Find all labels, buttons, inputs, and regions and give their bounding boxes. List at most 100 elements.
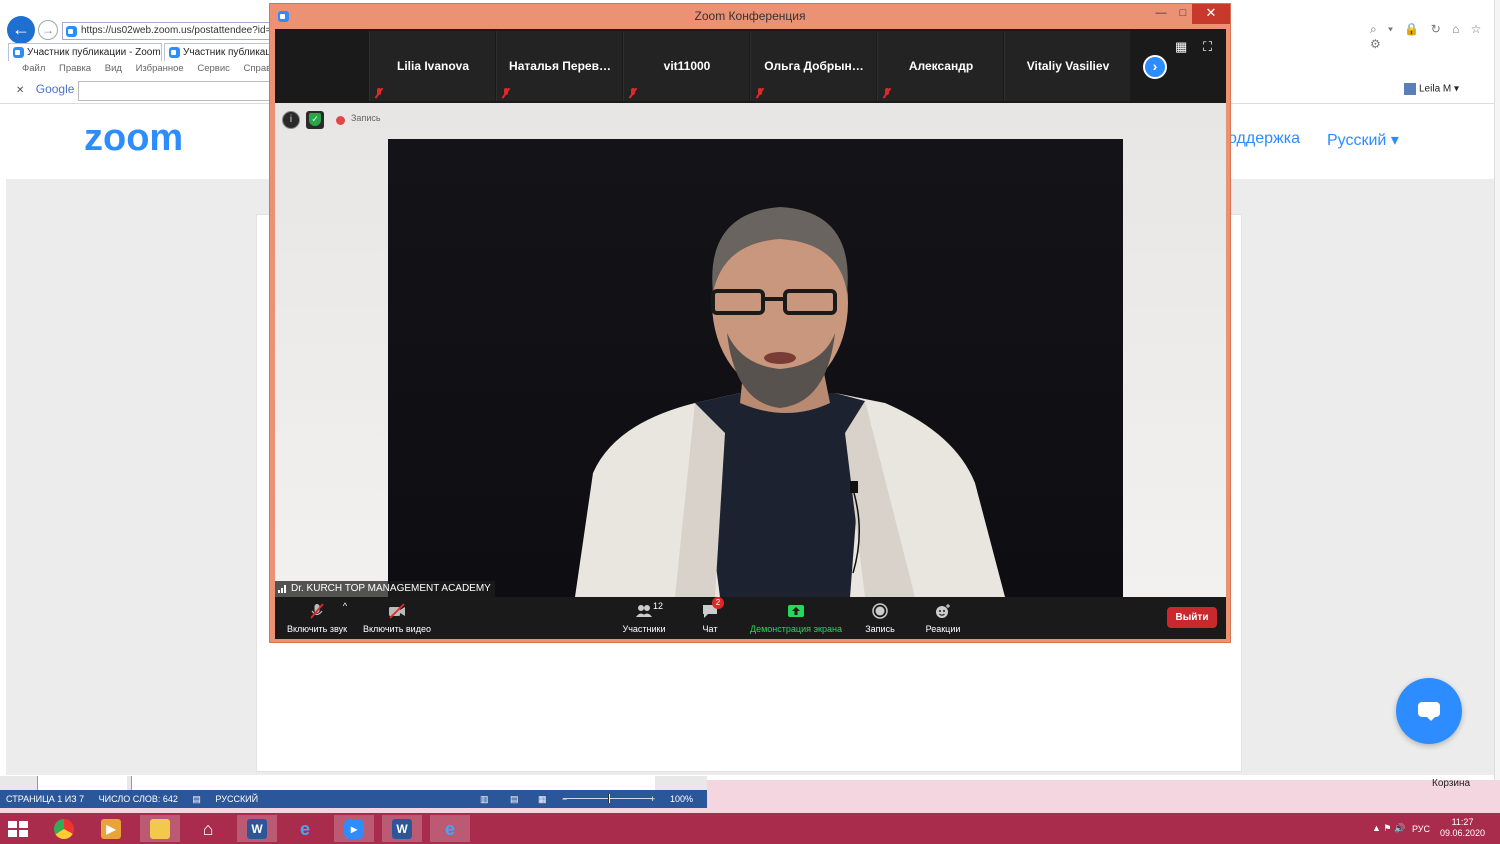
share-screen-icon [788, 605, 804, 617]
participant-tile[interactable]: vit11000 [623, 31, 749, 101]
proofing-icon[interactable]: ▤ [192, 794, 201, 804]
chrome-taskbar-icon[interactable] [44, 815, 84, 842]
chat-bubble-icon [1418, 702, 1440, 721]
page-count[interactable]: СТРАНИЦА 1 ИЗ 7 [6, 794, 84, 804]
record-icon [872, 603, 888, 619]
zoom-in-button[interactable]: + [650, 790, 655, 808]
scrollbar[interactable] [1494, 0, 1500, 780]
language-selector[interactable]: Русский ▾ [1327, 130, 1399, 150]
share-screen-button[interactable]: Демонстрация экрана [745, 599, 847, 637]
meeting-toolbar: Включить звук ^ Включить видео 12 Участн… [275, 597, 1226, 639]
windows-start-icon[interactable] [8, 821, 28, 837]
record-button[interactable]: Запись [860, 599, 900, 637]
google-toolbar: ✕ Google [16, 82, 74, 100]
zoom-favicon-icon [13, 47, 24, 58]
menu-tools[interactable]: Сервис [197, 63, 230, 74]
word-count[interactable]: ЧИСЛО СЛОВ: 642 [99, 794, 178, 804]
browser-tab-2[interactable]: Участник публикации [164, 43, 270, 61]
back-button[interactable]: ← [7, 16, 35, 44]
start-video-button[interactable]: Включить видео [359, 599, 435, 637]
close-button[interactable]: ✕ [1192, 4, 1230, 24]
reactions-label: Реакции [925, 624, 961, 634]
print-layout-icon[interactable]: ▤ [510, 790, 519, 808]
minimize-button[interactable]: — [1150, 4, 1172, 24]
participants-icon [636, 605, 652, 617]
read-mode-icon[interactable]: ▥ [480, 790, 489, 808]
forward-button[interactable]: → [38, 20, 58, 40]
mic-muted-icon [375, 88, 383, 98]
zoom-favicon-icon [169, 47, 180, 58]
menu-view[interactable]: Вид [105, 63, 122, 74]
participants-button[interactable]: 12 Участники [619, 599, 669, 637]
next-page-button[interactable]: › [1143, 55, 1167, 79]
menu-file[interactable]: Файл [22, 63, 45, 74]
system-tray[interactable]: ▲ ⚑ 🔊 [1372, 813, 1405, 844]
speaker-name-label: Dr. KURCH TOP MANAGEMENT ACADEMY [275, 581, 495, 597]
participant-strip: Lilia Ivanova Наталья Перев… vit11000 Ол… [275, 29, 1226, 103]
participant-name: Александр [908, 59, 974, 73]
word-taskbar-icon-2[interactable]: W [382, 815, 422, 842]
menu-edit[interactable]: Правка [59, 63, 91, 74]
participant-tile[interactable]: Александр [877, 31, 1003, 101]
google-search-input[interactable] [78, 81, 270, 101]
gallery-view-icon[interactable]: ▦ [1175, 39, 1187, 55]
info-icon[interactable]: i [282, 111, 300, 129]
encryption-shield-icon[interactable] [306, 111, 324, 129]
fullscreen-icon[interactable]: ⛶ [1203, 39, 1212, 55]
recording-indicator-icon [336, 116, 345, 125]
speaker-name: Dr. KURCH TOP MANAGEMENT ACADEMY [291, 583, 491, 594]
internet-explorer-taskbar-icon-2[interactable]: e [430, 815, 470, 842]
browser-toolbar-icons[interactable]: ⌕ ▾ 🔒 ↻ ⌂ ☆ ⚙ [1370, 22, 1500, 51]
zoom-favicon-icon [66, 26, 77, 37]
user-name: Leila M ▾ [1419, 83, 1460, 95]
address-bar[interactable]: https://us02web.zoom.us/postattendee?id=… [62, 22, 272, 40]
mic-muted-icon [883, 88, 891, 98]
word-taskbar-icon[interactable]: W [237, 815, 277, 842]
speaker-video[interactable]: i Запись Dr. KURCH TOP MANAGEMENT ACADEM… [275, 103, 1226, 597]
participant-name: Ольга Добрын… [764, 59, 864, 73]
participant-tile[interactable]: Ольга Добрын… [750, 31, 876, 101]
clock[interactable]: 11:27 09.06.2020 [1440, 817, 1485, 839]
audio-options-caret[interactable]: ^ [339, 601, 351, 639]
tab-label: Участник публикации - Zoom [27, 47, 161, 58]
participant-tile[interactable]: Lilia Ivanova [369, 31, 495, 101]
ruler-segment [131, 776, 655, 790]
tray-icons[interactable]: ▲ ⚑ 🔊 [1372, 823, 1405, 833]
menu-favorites[interactable]: Избранное [136, 63, 184, 74]
zoom-out-button[interactable]: − [562, 790, 567, 808]
zoom-level[interactable]: 100% [670, 790, 693, 808]
support-chat-button[interactable] [1396, 678, 1462, 744]
zoom-taskbar-icon[interactable]: ▸ [334, 815, 374, 842]
slider-thumb[interactable] [608, 794, 610, 803]
internet-explorer-taskbar-icon[interactable]: e [285, 815, 325, 842]
chat-button[interactable]: 2 Чат [692, 597, 728, 637]
participant-name: vit11000 [663, 59, 711, 73]
browser-tab-1[interactable]: Участник публикации - Zoom [8, 43, 162, 61]
zoom-logo[interactable]: zoom [84, 117, 183, 160]
file-explorer-taskbar-icon[interactable] [140, 815, 180, 842]
meeting-content: Lilia Ivanova Наталья Перев… vit11000 Ол… [275, 29, 1226, 639]
user-menu[interactable]: Leila M ▾ [1404, 83, 1459, 95]
speaker-figure [575, 207, 1005, 597]
recycle-bin-label[interactable]: Корзина [1432, 778, 1470, 789]
zoom-slider[interactable] [563, 794, 653, 803]
support-link[interactable]: оддержка [1228, 130, 1300, 148]
leave-button[interactable]: Выйти [1167, 607, 1217, 628]
reactions-icon [936, 604, 950, 618]
chat-label: Чат [702, 624, 718, 634]
zoom-meeting-window: Zoom Конференция — □ ✕ Lilia Ivanova Нат… [269, 3, 1231, 643]
reactions-button[interactable]: Реакции [920, 599, 966, 637]
web-layout-icon[interactable]: ▦ [538, 790, 547, 808]
maximize-button[interactable]: □ [1172, 4, 1194, 24]
mic-muted-icon [502, 88, 510, 98]
participant-tile[interactable]: Vitaliy Vasiliev [1004, 31, 1130, 101]
participant-name: Lilia Ivanova [396, 59, 470, 73]
tab-label: Участник публикации [183, 47, 269, 58]
media-player-taskbar-icon[interactable]: ▶ [91, 815, 131, 842]
participant-tile[interactable]: Наталья Перев… [496, 31, 622, 101]
close-icon[interactable]: ✕ [16, 85, 24, 96]
home-taskbar-icon[interactable]: ⌂ [188, 815, 228, 842]
document-language[interactable]: РУССКИЙ [215, 794, 258, 804]
clock-time: 11:27 [1451, 817, 1474, 827]
input-language[interactable]: РУС [1412, 824, 1430, 834]
